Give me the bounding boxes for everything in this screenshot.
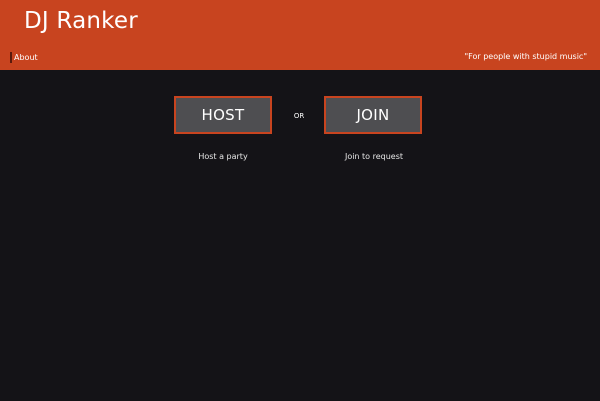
about-marker <box>10 51 12 63</box>
app-header: DJ Ranker About "For people with stupid … <box>0 0 600 70</box>
or-separator: OR <box>293 112 305 120</box>
about-label: About <box>14 52 38 62</box>
join-caption: Join to request <box>344 152 404 161</box>
app-title: DJ Ranker <box>24 8 138 34</box>
host-button[interactable]: HOST <box>174 96 272 134</box>
host-caption: Host a party <box>198 152 248 161</box>
main-content: HOST OR JOIN Host a party Join to reques… <box>0 70 600 401</box>
tagline: "For people with stupid music" <box>464 52 587 61</box>
join-button[interactable]: JOIN <box>324 96 422 134</box>
about-link[interactable]: About <box>10 51 38 63</box>
